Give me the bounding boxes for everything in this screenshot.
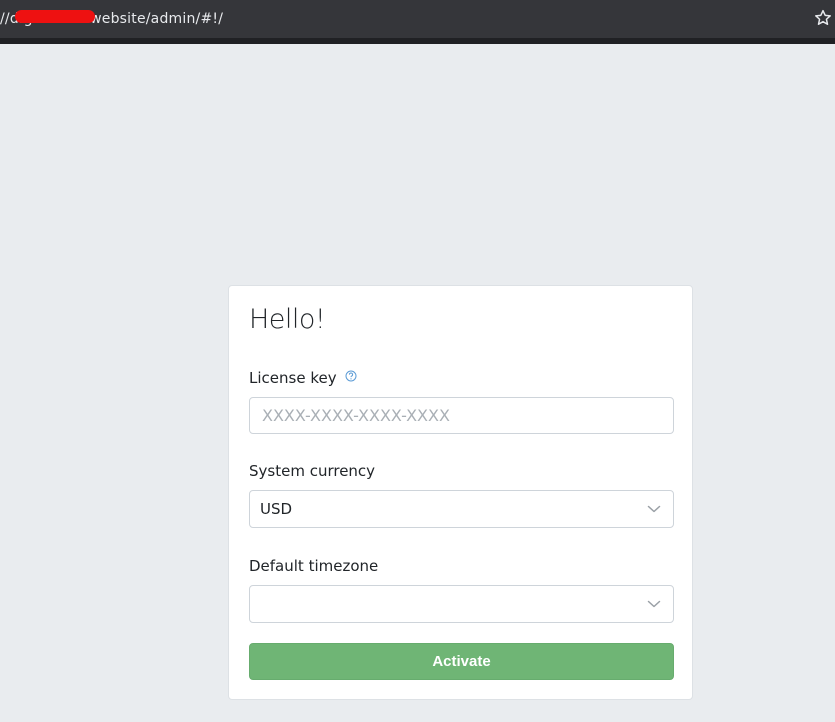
activate-button[interactable]: Activate	[249, 643, 674, 680]
setup-card: Hello! License key System currency USD D…	[228, 285, 693, 700]
card-title: Hello!	[249, 304, 326, 335]
default-timezone-label: Default timezone	[249, 557, 379, 575]
chevron-down-icon	[647, 505, 661, 513]
chevron-down-icon	[647, 600, 661, 608]
license-key-input[interactable]	[249, 397, 674, 434]
star-icon[interactable]	[813, 8, 833, 28]
license-key-label: License key	[249, 369, 357, 387]
license-key-label-text: License key	[249, 369, 337, 387]
system-currency-value: USD	[260, 500, 293, 518]
redaction-mark	[15, 10, 95, 23]
browser-toolbar: //d.gitsourcewebsite/admin/#!/	[0, 0, 835, 44]
default-timezone-select[interactable]	[249, 585, 674, 623]
question-circle-icon[interactable]	[345, 370, 357, 382]
system-currency-select[interactable]: USD	[249, 490, 674, 528]
system-currency-label: System currency	[249, 462, 376, 480]
